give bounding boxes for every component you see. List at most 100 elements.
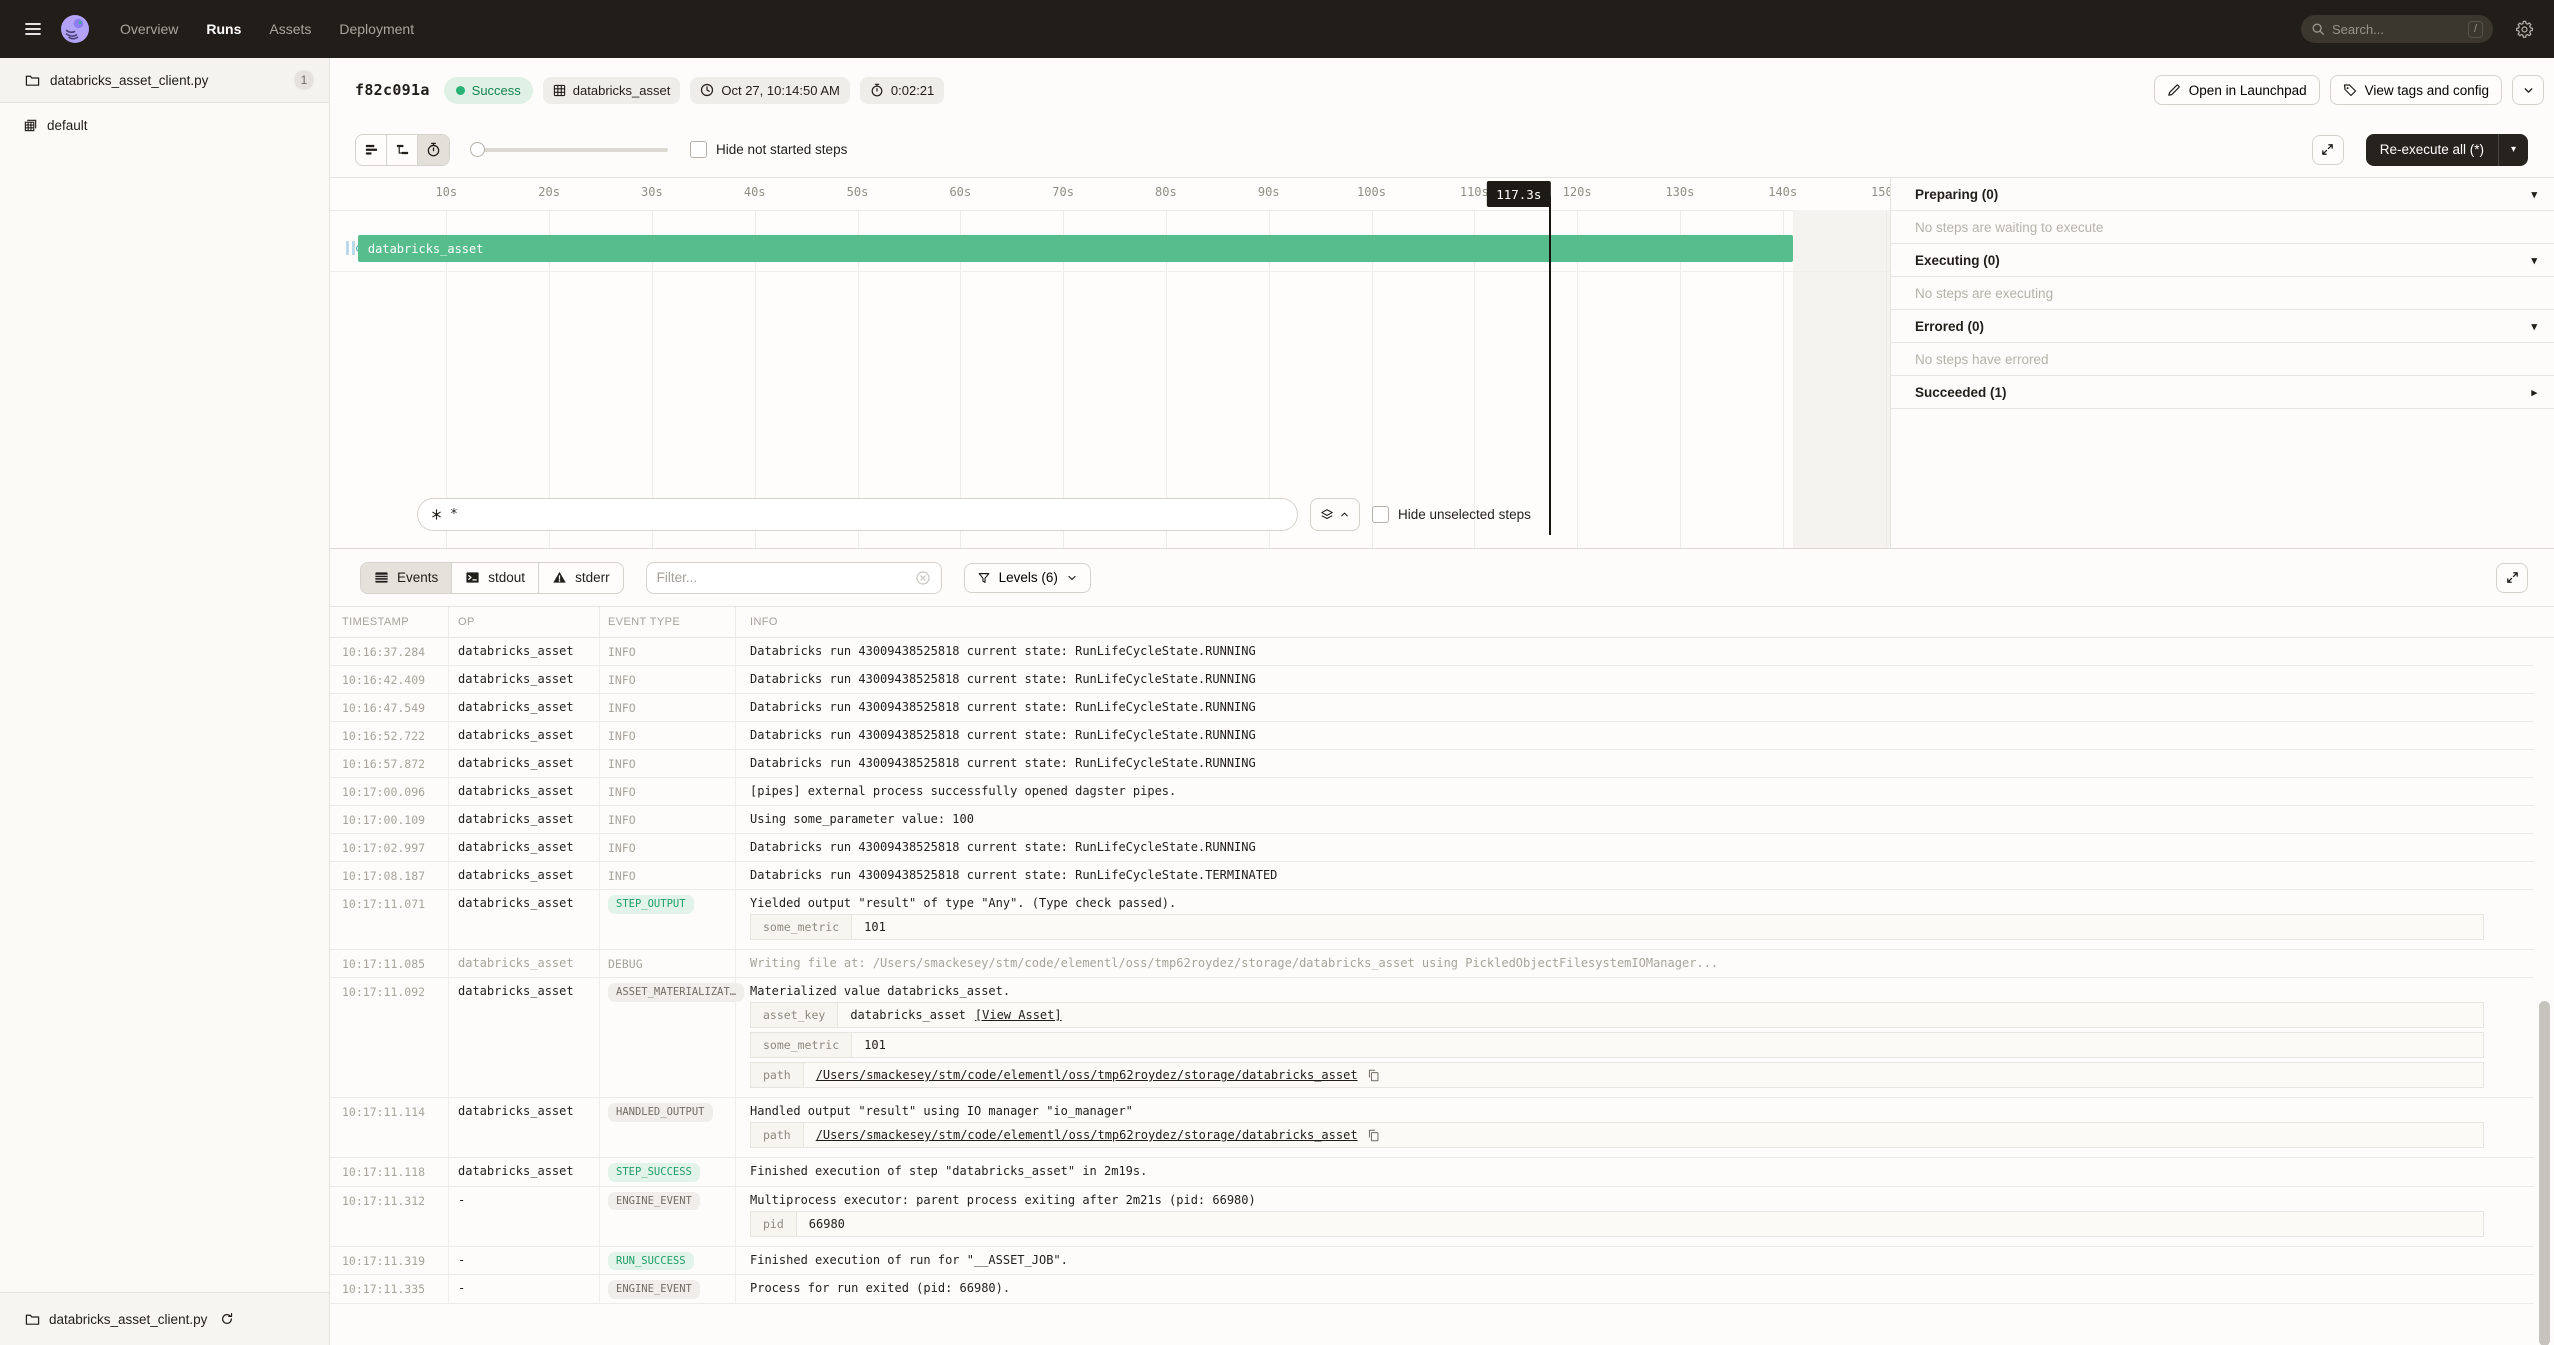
gantt-step-bar[interactable]: databricks_asset — [358, 235, 1793, 262]
funnel-icon — [977, 571, 991, 585]
reexecute-caret-button[interactable]: ▾ — [2498, 134, 2528, 166]
reexecute-all-button[interactable]: Re-execute all (*) — [2366, 142, 2498, 157]
waterfall-view-button[interactable] — [387, 135, 418, 165]
log-op: databricks_asset — [449, 890, 600, 949]
log-op: databricks_asset — [449, 806, 600, 833]
log-info-text: Finished execution of run for "__ASSET_J… — [750, 1253, 2514, 1267]
nav-item-assets[interactable]: Assets — [269, 21, 311, 37]
metadata-key: asset_key — [751, 1003, 838, 1027]
log-row: 10:17:08.187databricks_assetINFODatabric… — [330, 862, 2534, 890]
gantt-row-separator — [330, 271, 1890, 272]
step-filter-row: * Hide unselected steps — [417, 498, 1890, 531]
log-timestamp: 10:17:11.335 — [330, 1275, 449, 1303]
nav-item-overview[interactable]: Overview — [120, 21, 178, 37]
status-section-header[interactable]: Preparing (0) ▾ — [1891, 178, 2554, 211]
copy-icon[interactable] — [1367, 1069, 1380, 1082]
path-link[interactable]: /Users/smackesey/stm/code/elementl/oss/t… — [816, 1128, 1358, 1142]
menu-icon[interactable] — [20, 16, 46, 42]
log-op: databricks_asset — [449, 978, 600, 1097]
terminal-icon — [465, 570, 480, 585]
view-asset-link[interactable]: [View Asset] — [975, 1008, 1062, 1022]
tab-events[interactable]: Events — [361, 563, 452, 593]
search-input[interactable]: Search... / — [2301, 15, 2493, 43]
log-event-type-cell: INFO — [600, 862, 736, 889]
slider-knob[interactable] — [470, 142, 485, 157]
log-row: 10:17:11.085databricks_assetDEBUGWriting… — [330, 950, 2534, 978]
log-table-header: TIMESTAMP OP EVENT TYPE INFO — [330, 607, 2554, 638]
sidebar-item-repository[interactable]: default — [0, 103, 329, 148]
status-section-header[interactable]: Errored (0)▾ — [1891, 310, 2554, 343]
metadata-value: 101 — [852, 915, 2483, 939]
run-header: f82c091a Success databricks_asset Oct 27… — [330, 58, 2554, 122]
copy-icon[interactable] — [1367, 1129, 1380, 1142]
top-nav-bar: Overview Runs Assets Deployment Search... / — [0, 0, 2554, 58]
metadata-entry: some_metric101 — [750, 1032, 2484, 1058]
metadata-value: /Users/smackesey/stm/code/elementl/oss/t… — [804, 1063, 2483, 1087]
log-event-type-cell: ENGINE_EVENT — [600, 1275, 736, 1303]
step-filter-input[interactable]: * — [417, 498, 1298, 531]
view-tags-config-button[interactable]: View tags and config — [2330, 75, 2502, 105]
clear-filter-icon[interactable] — [915, 570, 931, 586]
step-filter-value: * — [450, 507, 458, 522]
metadata-entry: asset_keydatabricks_asset[View Asset] — [750, 1002, 2484, 1028]
sidebar-footer: databricks_asset_client.py — [0, 1292, 329, 1345]
log-row: 10:17:00.109databricks_assetINFOUsing so… — [330, 806, 2534, 834]
timed-view-button[interactable] — [418, 135, 449, 165]
gear-icon[interactable] — [2515, 20, 2534, 39]
event-type-badge: STEP_SUCCESS — [608, 1163, 700, 1182]
gantt-fullscreen-button[interactable] — [2312, 135, 2344, 165]
log-event-type-cell: INFO — [600, 834, 736, 861]
gantt-cursor-badge: 117.3s — [1487, 181, 1550, 207]
log-op: databricks_asset — [449, 666, 600, 693]
nav-item-runs[interactable]: Runs — [206, 21, 241, 37]
flat-view-button[interactable] — [356, 135, 387, 165]
gantt-zoom-slider[interactable] — [472, 142, 668, 158]
gantt-tick-label: 50s — [847, 185, 869, 199]
gantt-tick-label: 150s — [1871, 185, 1890, 199]
caret-down-icon: ▾ — [2531, 188, 2537, 201]
log-event-type-cell: INFO — [600, 806, 736, 833]
nav-item-deployment[interactable]: Deployment — [339, 21, 414, 37]
levels-dropdown-button[interactable]: Levels (6) — [964, 563, 1091, 593]
log-info-cell: Databricks run 43009438525818 current st… — [736, 722, 2534, 749]
path-link[interactable]: /Users/smackesey/stm/code/elementl/oss/t… — [816, 1068, 1358, 1082]
log-info-text: Materialized value databricks_asset. — [750, 984, 2514, 998]
log-op: databricks_asset — [449, 638, 600, 665]
metadata-key: pid — [751, 1212, 797, 1236]
slider-track — [472, 148, 668, 152]
expand-icon — [2320, 142, 2335, 157]
log-event-type-cell: STEP_SUCCESS — [600, 1158, 736, 1186]
success-dot-icon — [456, 86, 465, 95]
event-type-label: INFO — [608, 642, 636, 659]
chevron-down-icon — [1066, 572, 1078, 584]
hide-unselected-checkbox[interactable] — [1372, 506, 1389, 523]
log-timestamp: 10:17:02.997 — [330, 834, 449, 861]
metadata-entry: some_metric101 — [750, 914, 2484, 940]
metadata-value-text: 101 — [864, 920, 886, 934]
log-info-cell: Databricks run 43009438525818 current st… — [736, 750, 2534, 777]
log-row: 10:17:11.092databricks_assetASSET_MATERI… — [330, 978, 2534, 1098]
dagster-logo-icon[interactable] — [60, 14, 90, 44]
log-row: 10:17:11.071databricks_assetSTEP_OUTPUTY… — [330, 890, 2534, 950]
gantt-tick-label: 70s — [1052, 185, 1074, 199]
sidebar-item-code-location[interactable]: databricks_asset_client.py 1 — [0, 58, 329, 103]
log-info-cell: Yielded output "result" of type "Any". (… — [736, 890, 2534, 949]
hide-not-started-checkbox[interactable] — [690, 141, 707, 158]
open-in-launchpad-button[interactable]: Open in Launchpad — [2154, 75, 2320, 105]
step-query-options-button[interactable] — [1310, 498, 1360, 531]
status-section-header[interactable]: Executing (0)▾ — [1891, 244, 2554, 277]
reload-icon[interactable] — [220, 1312, 234, 1326]
log-scrollbar[interactable] — [2539, 1001, 2550, 1345]
log-fullscreen-button[interactable] — [2496, 563, 2528, 593]
log-info-text: Databricks run 43009438525818 current st… — [750, 644, 2514, 658]
run-actions-chevron-button[interactable] — [2512, 75, 2544, 105]
log-row: 10:16:37.284databricks_assetINFODatabric… — [330, 638, 2534, 666]
log-filter-input[interactable]: Filter... — [646, 562, 942, 594]
table-icon — [374, 570, 389, 585]
log-timestamp: 10:17:11.092 — [330, 978, 449, 1097]
status-section-title: Preparing (0) — [1915, 187, 1998, 202]
tab-stdout[interactable]: stdout — [452, 563, 539, 593]
status-section-header[interactable]: Succeeded (1)▸ — [1891, 376, 2554, 409]
tab-stderr[interactable]: stderr — [539, 563, 623, 593]
log-row: 10:17:11.118databricks_assetSTEP_SUCCESS… — [330, 1158, 2534, 1187]
